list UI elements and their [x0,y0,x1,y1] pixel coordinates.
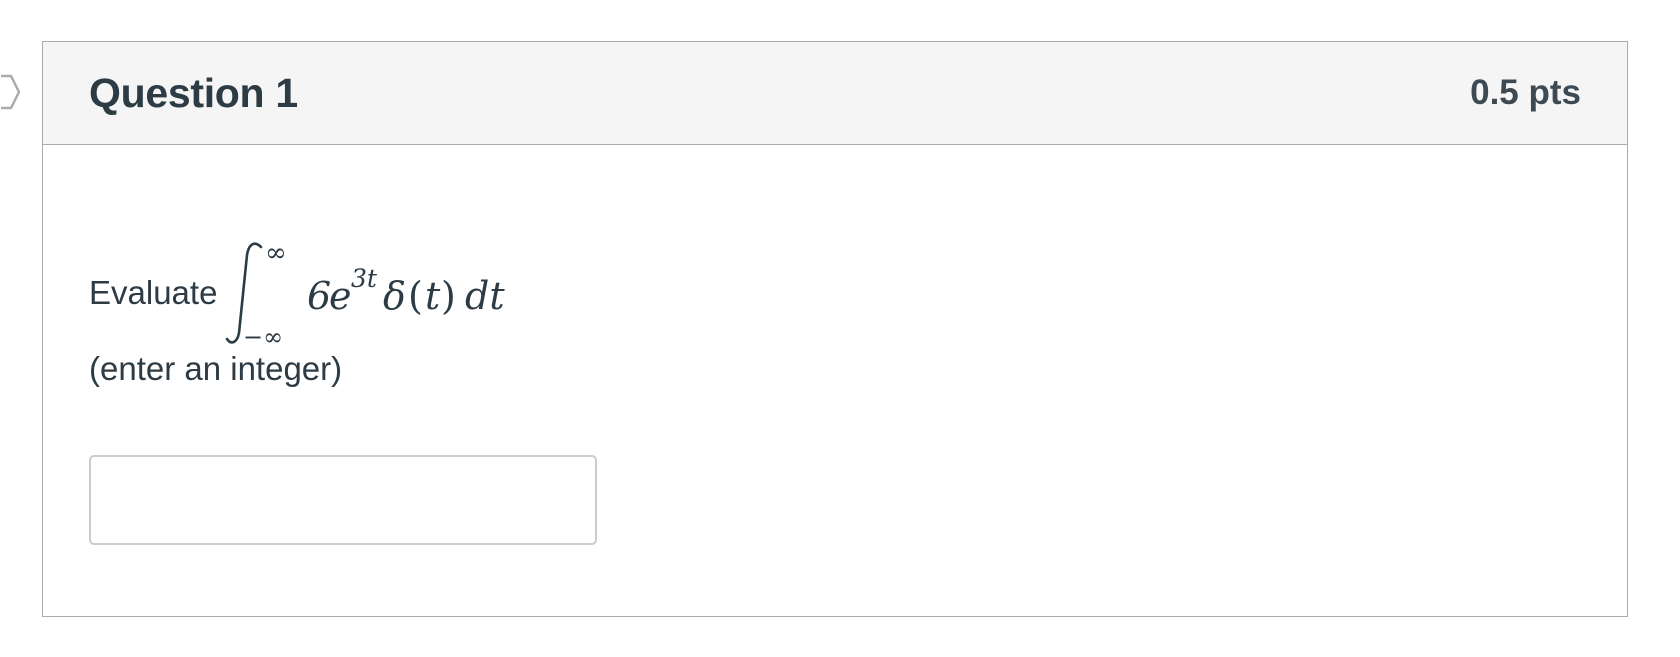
formula-open-paren: ( [408,274,423,318]
formula-variable: t [425,274,441,318]
question-card: Question 1 0.5 pts Evaluate ∞ −∞ 6 e 3t … [42,41,1628,617]
formula-differential: dt [465,274,505,318]
flag-question-icon[interactable] [0,72,22,112]
prompt-text: Evaluate [89,274,218,311]
answer-input[interactable] [89,455,597,545]
question-prompt: Evaluate ∞ −∞ 6 e 3t δ ( t ) dt [89,233,523,353]
integral-upper-limit: ∞ [265,238,287,268]
question-header: Question 1 0.5 pts [43,42,1627,145]
formula-coefficient: 6 [307,274,331,318]
question-points: 0.5 pts [1470,73,1581,112]
formula-delta: δ [383,274,406,318]
question-title: Question 1 [89,69,298,116]
formula-base: e [329,274,352,318]
integral-lower-limit: −∞ [243,323,283,351]
integral-formula: ∞ −∞ 6 e 3t δ ( t ) dt [223,233,523,353]
formula-close-paren: ) [441,274,456,318]
answer-hint: (enter an integer) [89,350,343,387]
formula-exponent: 3t [351,264,378,293]
